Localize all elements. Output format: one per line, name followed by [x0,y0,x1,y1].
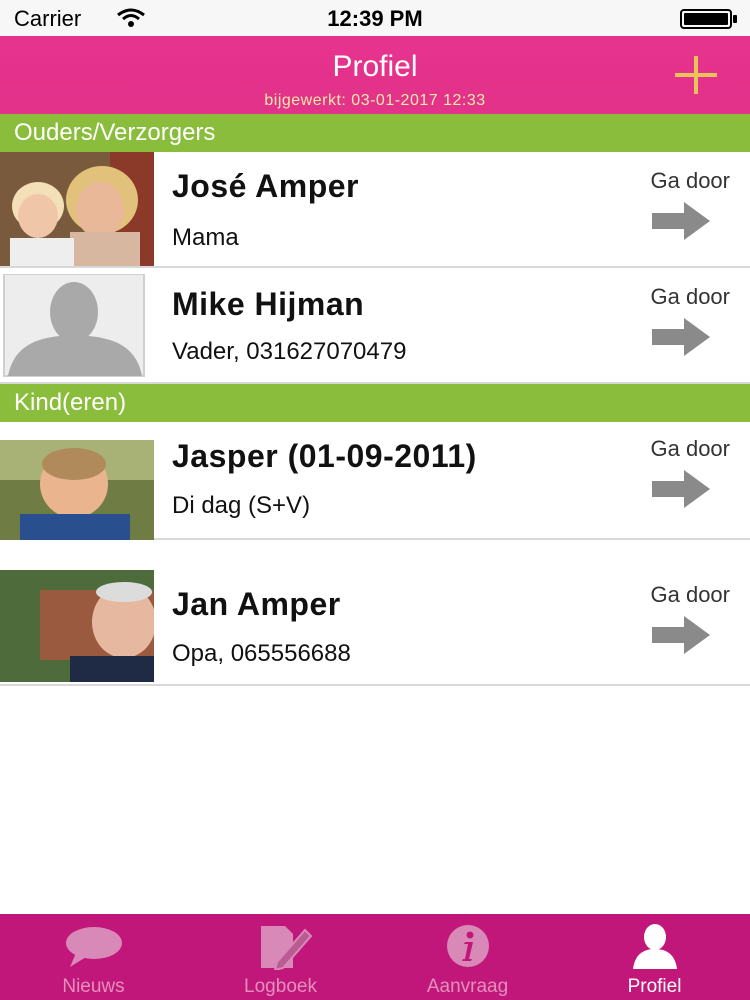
list-item[interactable]: Jan Amper Opa, 065556688 Ga door [0,566,750,686]
go-on-label: Ga door [650,284,731,309]
tab-profile[interactable]: Profiel [561,914,748,1000]
nav-header: Profiel bijgewerkt: 03-01-2017 12:33 [0,36,750,114]
go-on-button[interactable]: Ga door [610,582,731,654]
go-on-button[interactable]: Ga door [610,168,731,240]
avatar [0,152,154,266]
add-button[interactable] [672,52,720,100]
go-on-button[interactable]: Ga door [610,284,731,356]
list-item[interactable]: Mike Hijman Vader, 031627070479 Ga door [0,270,750,384]
page-title: Profiel [332,50,418,83]
tab-label: Profiel [627,976,682,997]
list-item[interactable]: Jasper (01-09-2011) Di dag (S+V) Ga door [0,422,750,540]
arrow-right-icon [652,470,710,508]
tab-label: Logboek [244,976,317,997]
avatar-placeholder [0,270,154,378]
contact-details: Mama [172,224,239,251]
pencil-document-icon [260,926,312,970]
contact-name: José Amper [172,168,359,204]
section-header-parents: Ouders/Verzorgers [0,114,750,152]
avatar [0,422,154,540]
tab-logbook[interactable]: Logboek [187,914,374,1000]
contact-name: Mike Hijman [172,286,365,322]
go-on-label: Ga door [650,582,731,607]
child-name: Jasper (01-09-2011) [172,438,477,474]
contact-details: Opa, 065556688 [172,640,351,667]
arrow-right-icon [652,202,710,240]
status-bar: Carrier 12:39 PM [0,0,750,36]
person-icon [632,924,677,969]
info-icon [446,925,489,967]
arrow-right-icon [652,616,710,654]
tab-label: Aanvraag [426,976,509,997]
last-updated-label: bijgewerkt: 03-01-2017 12:33 [264,92,486,109]
contact-name: Jan Amper [172,586,341,622]
list-item[interactable]: José Amper Mama Ga door [0,152,750,268]
speech-bubble-icon [65,927,122,967]
child-details: Di dag (S+V) [172,492,311,519]
go-on-label: Ga door [650,436,731,461]
avatar [0,566,154,682]
tab-label: Nieuws [62,976,125,997]
battery-icon [680,9,737,29]
clock: 12:39 PM [327,6,423,31]
contact-details: Vader, 031627070479 [172,338,407,365]
tab-news[interactable]: Nieuws [0,914,187,1000]
section-header-children: Kind(eren) [0,384,750,422]
tab-request[interactable]: Aanvraag [374,914,561,1000]
go-on-button[interactable]: Ga door [610,436,731,508]
arrow-right-icon [652,318,710,356]
go-on-label: Ga door [650,168,731,193]
tab-bar: Nieuws Logboek Aanvraag Profiel [0,914,750,1000]
